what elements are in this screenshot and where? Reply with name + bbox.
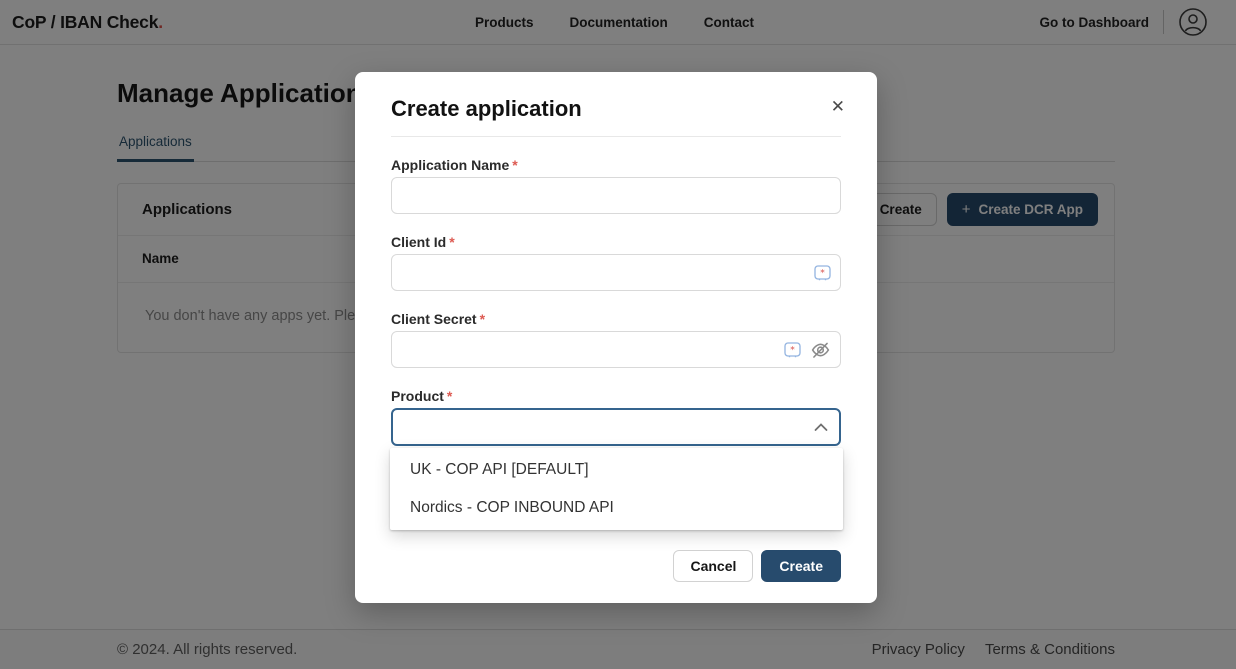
product-label: Product* (391, 388, 841, 404)
product-select-wrap: UK - COP API [DEFAULT] Nordics - COP INB… (391, 408, 841, 446)
chevron-up-icon (814, 423, 828, 432)
client-id-input[interactable] (391, 254, 841, 291)
application-name-label: Application Name* (391, 157, 841, 173)
modal-title: Create application (391, 96, 841, 122)
application-name-wrap (391, 177, 841, 214)
create-submit-button[interactable]: Create (761, 550, 841, 582)
client-secret-label: Client Secret* (391, 311, 841, 327)
product-select[interactable] (391, 408, 841, 446)
required-asterisk: * (512, 157, 517, 173)
client-secret-wrap: * (391, 331, 841, 368)
cancel-button[interactable]: Cancel (673, 550, 753, 582)
svg-text:*: * (790, 345, 795, 355)
password-manager-icon: * (814, 264, 831, 281)
product-dropdown-list: UK - COP API [DEFAULT] Nordics - COP INB… (390, 448, 843, 530)
modal-actions: Cancel Create (391, 550, 841, 582)
dropdown-option-uk-cop-api[interactable]: UK - COP API [DEFAULT] (390, 451, 843, 489)
dropdown-option-nordics-cop-inbound-api[interactable]: Nordics - COP INBOUND API (390, 489, 843, 527)
modal-title-row: Create application ✕ (391, 96, 841, 122)
create-application-modal: Create application ✕ Application Name* C… (355, 72, 877, 603)
close-icon[interactable]: ✕ (831, 98, 845, 115)
modal-title-divider (391, 136, 841, 137)
label-text: Product (391, 388, 444, 404)
required-asterisk: * (480, 311, 485, 327)
required-asterisk: * (447, 388, 452, 404)
label-text: Client Id (391, 234, 446, 250)
client-id-label: Client Id* (391, 234, 841, 250)
svg-text:*: * (820, 268, 825, 278)
client-id-wrap: * (391, 254, 841, 291)
required-asterisk: * (449, 234, 454, 250)
label-text: Application Name (391, 157, 509, 173)
client-secret-input[interactable] (391, 331, 841, 368)
password-manager-icon: * (784, 341, 801, 358)
application-name-input[interactable] (391, 177, 841, 214)
toggle-visibility-eye-off-icon[interactable] (810, 339, 831, 360)
label-text: Client Secret (391, 311, 477, 327)
